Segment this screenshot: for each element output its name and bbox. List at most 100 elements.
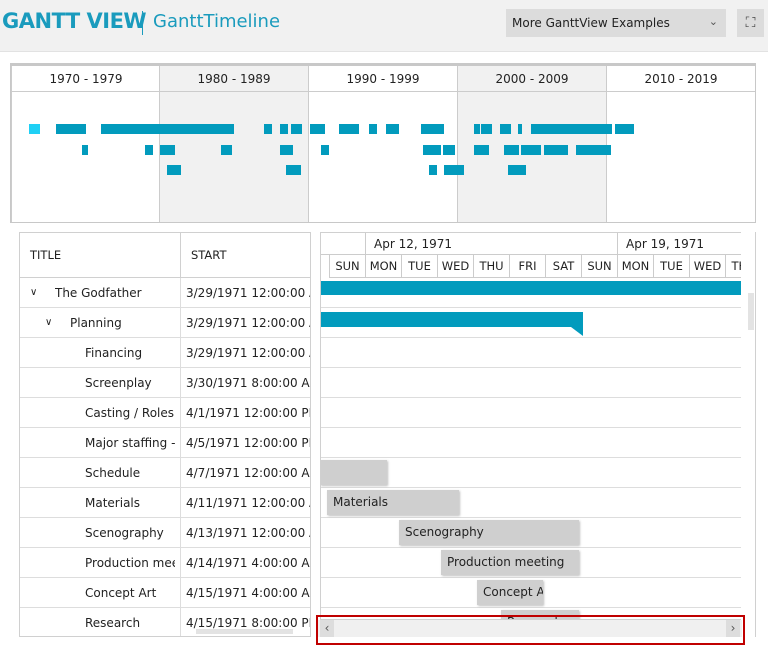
day-header: THU (473, 255, 509, 278)
overview-task-bar (443, 145, 455, 155)
overview-task-bar (221, 145, 232, 155)
task-title: Screenplay (85, 376, 152, 390)
overview-task-bar (101, 124, 234, 134)
task-title: Schedule (85, 466, 141, 480)
task-bar[interactable]: Production meeting (441, 550, 579, 575)
day-header: WED (689, 255, 725, 278)
day-header: SUN (329, 255, 365, 278)
summary-bar-the-godfather[interactable] (321, 281, 741, 295)
task-title: Scenography (85, 526, 164, 540)
day-header: TUE (401, 255, 437, 278)
fullscreen-icon: ⛶ (745, 15, 756, 31)
grid-horizontal-scrollbar[interactable] (196, 629, 293, 634)
table-row[interactable]: ∨ The Godfather 3/29/1971 12:00:00 AM (20, 278, 310, 308)
gantt-chart: Apr 12, 1971 Apr 19, 1971 SUN MON TUE WED TH… (320, 232, 741, 620)
day-header: FRI (509, 255, 545, 278)
decade-label: 2000 - 2009 (458, 66, 606, 92)
overview-task-bar (474, 145, 489, 155)
table-row[interactable]: Major staffing - p 4/5/1971 12:00:00 PM (20, 428, 310, 458)
task-title: Research (85, 616, 141, 630)
day-header: SAT (545, 255, 581, 278)
column-header-title[interactable]: TITLE (20, 233, 180, 278)
table-row[interactable]: Screenplay 3/30/1971 8:00:00 AM (20, 368, 310, 398)
day-header: THU (725, 255, 741, 278)
table-row[interactable]: Concept Art 4/15/1971 4:00:00 AM (20, 578, 310, 608)
task-start: 3/29/1971 12:00:00 AM (180, 308, 310, 338)
task-bar[interactable]: Materials (327, 490, 459, 515)
task-title: Casting / Roles (85, 406, 175, 420)
table-row[interactable]: Casting / Roles 4/1/1971 12:00:00 PM (20, 398, 310, 428)
task-start: 4/15/1971 4:00:00 AM (180, 578, 310, 608)
chevron-down-icon[interactable]: ∨ (30, 278, 37, 308)
week-header: Apr 12, 1971 (365, 233, 617, 255)
overview-task-bar (508, 165, 526, 175)
overview-task-bar (615, 124, 634, 134)
overview-task-bar (481, 124, 492, 134)
decade-label: 1980 - 1989 (160, 66, 308, 92)
gantt-row (321, 428, 741, 458)
table-row[interactable]: Schedule 4/7/1971 12:00:00 AM (20, 458, 310, 488)
table-row[interactable]: Production meeti 4/14/1971 4:00:00 AM (20, 548, 310, 578)
chevron-down-icon: ⌄ (708, 15, 718, 28)
overview-task-bar (576, 145, 611, 155)
overview-task-bar (29, 124, 40, 134)
decade-column: 2010 - 2019 (606, 66, 755, 222)
day-header: SUN (581, 255, 617, 278)
task-start: 4/13/1971 12:00:00 AM (180, 518, 310, 548)
table-row[interactable]: Financing 3/29/1971 12:00:00 AM (20, 338, 310, 368)
column-header-start[interactable]: START (180, 233, 310, 278)
week-header: Apr 19, 1971 (617, 233, 741, 255)
overview-task-bar (145, 145, 153, 155)
task-title: The Godfather (55, 286, 142, 300)
task-bar[interactable] (321, 460, 387, 485)
decade-label: 2010 - 2019 (607, 66, 755, 92)
chevron-down-icon[interactable]: ∨ (45, 308, 52, 338)
overview-task-bar (369, 124, 377, 134)
overview-task-bar (429, 165, 437, 175)
task-bar[interactable]: Scenography (399, 520, 579, 545)
examples-dropdown[interactable]: More GanttView Examples ⌄ (506, 9, 726, 37)
task-grid: TITLE START ∨ The Godfather 3/29/1971 12:0… (19, 232, 311, 637)
overview-task-bar (518, 124, 522, 134)
table-row[interactable]: Scenography 4/13/1971 12:00:00 AM (20, 518, 310, 548)
task-title: Major staffing - p (85, 436, 175, 450)
highlight-box (316, 615, 745, 645)
task-start: 4/7/1971 12:00:00 AM (180, 458, 310, 488)
overview-task-bar (531, 124, 612, 134)
day-header: MON (365, 255, 401, 278)
fullscreen-button[interactable]: ⛶ (737, 9, 764, 37)
overview-task-bar (423, 145, 441, 155)
overview-task-bar (280, 145, 293, 155)
overview-task-bar (544, 145, 568, 155)
overview-task-bar (286, 165, 301, 175)
divider (142, 11, 143, 35)
task-start: 3/30/1971 8:00:00 AM (180, 368, 310, 398)
overview-task-bar (82, 145, 88, 155)
task-bar[interactable]: Concept A (477, 580, 543, 605)
overview-task-bar (386, 124, 399, 134)
overview-task-bar (310, 124, 325, 134)
day-header: WED (437, 255, 473, 278)
task-title: Production meeti (85, 556, 175, 570)
page-subtitle: GanttTimeline (153, 11, 281, 32)
task-title: Financing (85, 346, 143, 360)
task-start: 3/29/1971 12:00:00 AM (180, 338, 310, 368)
summary-bar-planning[interactable] (321, 312, 583, 327)
week-header (321, 233, 365, 255)
vertical-scrollbar[interactable] (748, 293, 754, 330)
task-start: 4/14/1971 4:00:00 AM (180, 548, 310, 578)
table-row[interactable]: ∨ Planning 3/29/1971 12:00:00 AM (20, 308, 310, 338)
timeline-overview[interactable]: 1970 - 1979 1980 - 1989 1990 - 1999 2000… (10, 63, 756, 223)
gantt-row (321, 368, 741, 398)
decade-label: 1970 - 1979 (12, 66, 160, 92)
task-title: Materials (85, 496, 141, 510)
overview-task-bar (280, 124, 288, 134)
overview-task-bar (444, 165, 464, 175)
task-title: Concept Art (85, 586, 157, 600)
overview-task-bar (339, 124, 359, 134)
task-start: 4/11/1971 12:00:00 AM (180, 488, 310, 518)
overview-task-bar (500, 124, 511, 134)
overview-task-bar (421, 124, 444, 134)
day-header: MON (617, 255, 653, 278)
table-row[interactable]: Materials 4/11/1971 12:00:00 AM (20, 488, 310, 518)
